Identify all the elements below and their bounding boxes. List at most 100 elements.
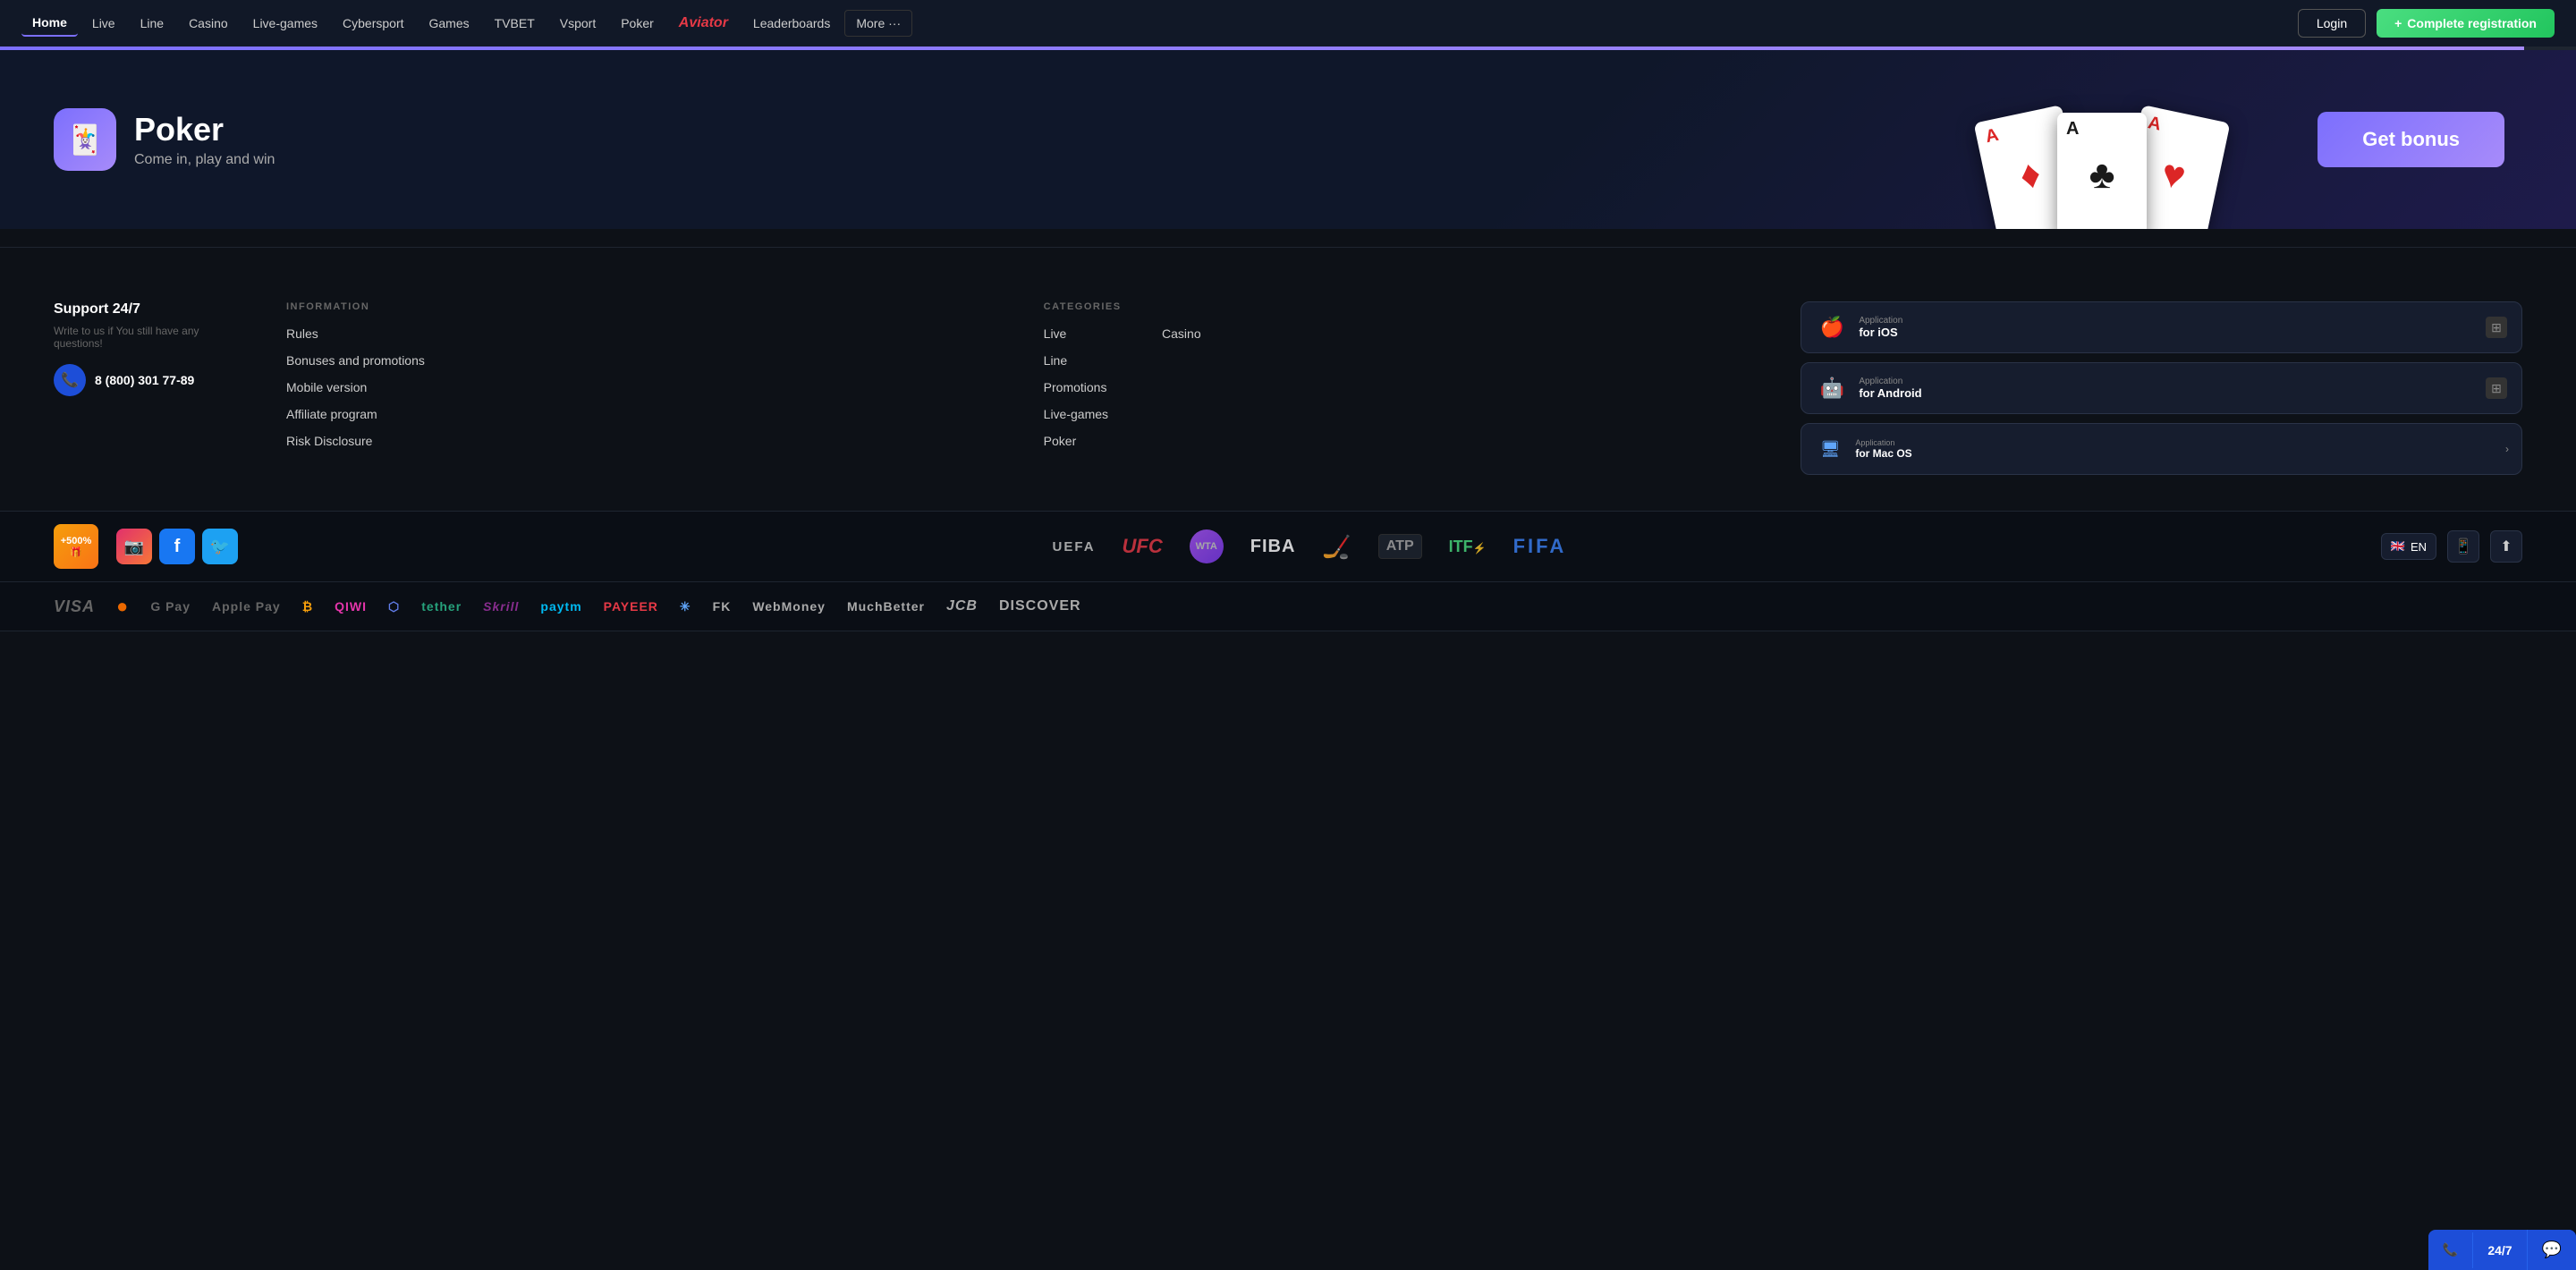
sponsor-fiba: FIBA bbox=[1250, 537, 1296, 557]
payment-bar: VISA ● G Pay Apple Pay ₿ QIWI ⬡ tether S… bbox=[0, 581, 2576, 631]
support-title: Support 24/7 bbox=[54, 301, 250, 318]
nav-casino[interactable]: Casino bbox=[178, 11, 239, 36]
cat-casino-link[interactable]: Casino bbox=[1162, 326, 1201, 341]
payment-eth: ⬡ bbox=[388, 599, 400, 614]
register-button[interactable]: + Complete registration bbox=[2377, 9, 2555, 38]
bottom-bar: +500% 🎁 📷 f 🐦 UEFA UFC WTA FIBA 🏒 ATP IT… bbox=[0, 511, 2576, 581]
android-app-info: Application for Android bbox=[1859, 377, 2475, 400]
mobile-link[interactable]: Mobile version bbox=[286, 380, 367, 394]
chat-phone-button[interactable]: 📞 bbox=[2428, 1232, 2472, 1268]
android-app-sublabel: for Android bbox=[1859, 386, 2475, 400]
ios-app-sublabel: for iOS bbox=[1859, 326, 2475, 339]
sponsor-wta: WTA bbox=[1190, 529, 1224, 563]
macos-app-button[interactable]: 🖥 Application for Mac OS › bbox=[1801, 423, 2522, 475]
payment-paytm: paytm bbox=[540, 599, 581, 614]
payment-muchbetter: MuchBetter bbox=[847, 599, 925, 614]
bottom-right: 🇬🇧 EN 📱 ⬆ bbox=[2381, 530, 2522, 563]
nav-items: Home Live Line Casino Live-games Cybersp… bbox=[21, 10, 2298, 37]
payment-bitcoin: ₿ bbox=[302, 599, 313, 614]
nav-home[interactable]: Home bbox=[21, 10, 78, 37]
cat-promotions-link[interactable]: Promotions bbox=[1044, 380, 1107, 394]
app-downloads: 🍎 Application for iOS ⊞ 🤖 Application fo… bbox=[1801, 301, 2522, 475]
chat-bubble-button[interactable]: 💬 bbox=[2527, 1230, 2576, 1270]
chat-24-label[interactable]: 24/7 bbox=[2472, 1232, 2526, 1268]
payment-skrill: Skrill bbox=[483, 599, 519, 614]
plus-icon: + bbox=[2394, 16, 2402, 30]
cat-live-link[interactable]: Live bbox=[1044, 326, 1067, 341]
nav-poker[interactable]: Poker bbox=[610, 11, 665, 36]
payment-applepay: Apple Pay bbox=[212, 599, 281, 614]
list-item: Risk Disclosure bbox=[286, 434, 1008, 450]
get-bonus-button[interactable]: Get bonus bbox=[2318, 112, 2504, 167]
ios-app-info: Application for iOS bbox=[1859, 316, 2475, 339]
macos-icon: 🖥 bbox=[1814, 433, 1846, 465]
scroll-top-button[interactable]: ⬆ bbox=[2490, 530, 2522, 563]
nav-vsport[interactable]: Vsport bbox=[549, 11, 606, 36]
bonuses-link[interactable]: Bonuses and promotions bbox=[286, 353, 425, 368]
mobile-view-button[interactable]: 📱 bbox=[2447, 530, 2479, 563]
twitter-icon[interactable]: 🐦 bbox=[202, 529, 238, 564]
nav-live-games[interactable]: Live-games bbox=[242, 11, 328, 36]
android-icon: 🤖 bbox=[1816, 372, 1848, 404]
list-item: Poker bbox=[1044, 434, 1108, 450]
nav-cybersport[interactable]: Cybersport bbox=[332, 11, 414, 36]
list-item: Live-games bbox=[1044, 407, 1108, 423]
nav-aviator[interactable]: Aviator bbox=[668, 10, 739, 37]
list-item: Live bbox=[1044, 326, 1108, 343]
poker-cards: A ♦ A ♣ A ♥ bbox=[1986, 113, 2218, 229]
payment-mastercard: ● bbox=[116, 595, 129, 618]
categories-list-1: Live Line Promotions Live-games Poker bbox=[1044, 326, 1108, 461]
payment-fk: FK bbox=[713, 599, 732, 614]
poker-subtitle: Come in, play and win bbox=[134, 152, 275, 168]
nav-live[interactable]: Live bbox=[81, 11, 126, 36]
bonus-percent: +500% bbox=[61, 536, 92, 546]
sponsor-ufc: UFC bbox=[1123, 535, 1163, 558]
chat-bubble-icon: 💬 bbox=[2542, 1240, 2562, 1258]
bonus-badge[interactable]: +500% 🎁 bbox=[54, 524, 98, 569]
payment-tether: tether bbox=[421, 599, 462, 614]
nav-line[interactable]: Line bbox=[130, 11, 174, 36]
social-icons: 📷 f 🐦 bbox=[116, 529, 238, 564]
nav-more-button[interactable]: More ··· bbox=[844, 10, 912, 37]
android-app-button[interactable]: 🤖 Application for Android ⊞ bbox=[1801, 362, 2522, 414]
cat-livegames-link[interactable]: Live-games bbox=[1044, 407, 1108, 421]
sponsor-atp: ATP bbox=[1378, 534, 1422, 559]
payment-qiwi: QIWI bbox=[335, 599, 367, 614]
macos-arrow-icon: › bbox=[2505, 443, 2509, 455]
sponsors-list: UEFA UFC WTA FIBA 🏒 ATP ITF⚡ FIFA bbox=[256, 529, 2363, 563]
sponsor-fifa: FIFA bbox=[1513, 535, 1567, 558]
facebook-icon[interactable]: f bbox=[159, 529, 195, 564]
ios-app-button[interactable]: 🍎 Application for iOS ⊞ bbox=[1801, 301, 2522, 353]
phone-icon: 📞 bbox=[54, 364, 86, 396]
support-description: Write to us if You still have any questi… bbox=[54, 325, 250, 350]
footer-categories: CATEGORIES Live Line Promotions Live-gam… bbox=[1044, 301, 1766, 475]
language-selector[interactable]: 🇬🇧 EN bbox=[2381, 533, 2436, 560]
card-ace-clubs: A ♣ bbox=[2057, 113, 2147, 229]
nav-games[interactable]: Games bbox=[419, 11, 480, 36]
footer-grid: Support 24/7 Write to us if You still ha… bbox=[54, 301, 2522, 511]
nav-leaderboards[interactable]: Leaderboards bbox=[742, 11, 841, 36]
ios-app-label: Application bbox=[1859, 316, 2475, 326]
affiliate-link[interactable]: Affiliate program bbox=[286, 407, 377, 421]
payment-jcb: JCB bbox=[946, 598, 978, 614]
macos-app-info: Application for Mac OS bbox=[1855, 438, 2496, 460]
list-item: Affiliate program bbox=[286, 407, 1008, 423]
macos-app-label: Application bbox=[1855, 438, 2496, 447]
sponsor-itf: ITF⚡ bbox=[1449, 538, 1487, 556]
instagram-icon[interactable]: 📷 bbox=[116, 529, 152, 564]
footer-information: INFORMATION Rules Bonuses and promotions… bbox=[286, 301, 1008, 475]
footer: Support 24/7 Write to us if You still ha… bbox=[0, 266, 2576, 511]
payment-discover: DISCOVER bbox=[999, 598, 1081, 614]
cat-line-link[interactable]: Line bbox=[1044, 353, 1067, 368]
payment-payeer: PAYEER bbox=[604, 599, 658, 614]
rules-link[interactable]: Rules bbox=[286, 326, 318, 341]
lang-code: EN bbox=[2411, 540, 2427, 554]
apple-icon: 🍎 bbox=[1816, 311, 1848, 343]
list-item: Mobile version bbox=[286, 380, 1008, 396]
nav-tvbet[interactable]: TVBET bbox=[484, 11, 546, 36]
cat-poker-link[interactable]: Poker bbox=[1044, 434, 1077, 448]
macos-app-sublabel: for Mac OS bbox=[1855, 447, 2496, 460]
login-button[interactable]: Login bbox=[2298, 9, 2366, 38]
risk-link[interactable]: Risk Disclosure bbox=[286, 434, 372, 448]
footer-support: Support 24/7 Write to us if You still ha… bbox=[54, 301, 250, 475]
